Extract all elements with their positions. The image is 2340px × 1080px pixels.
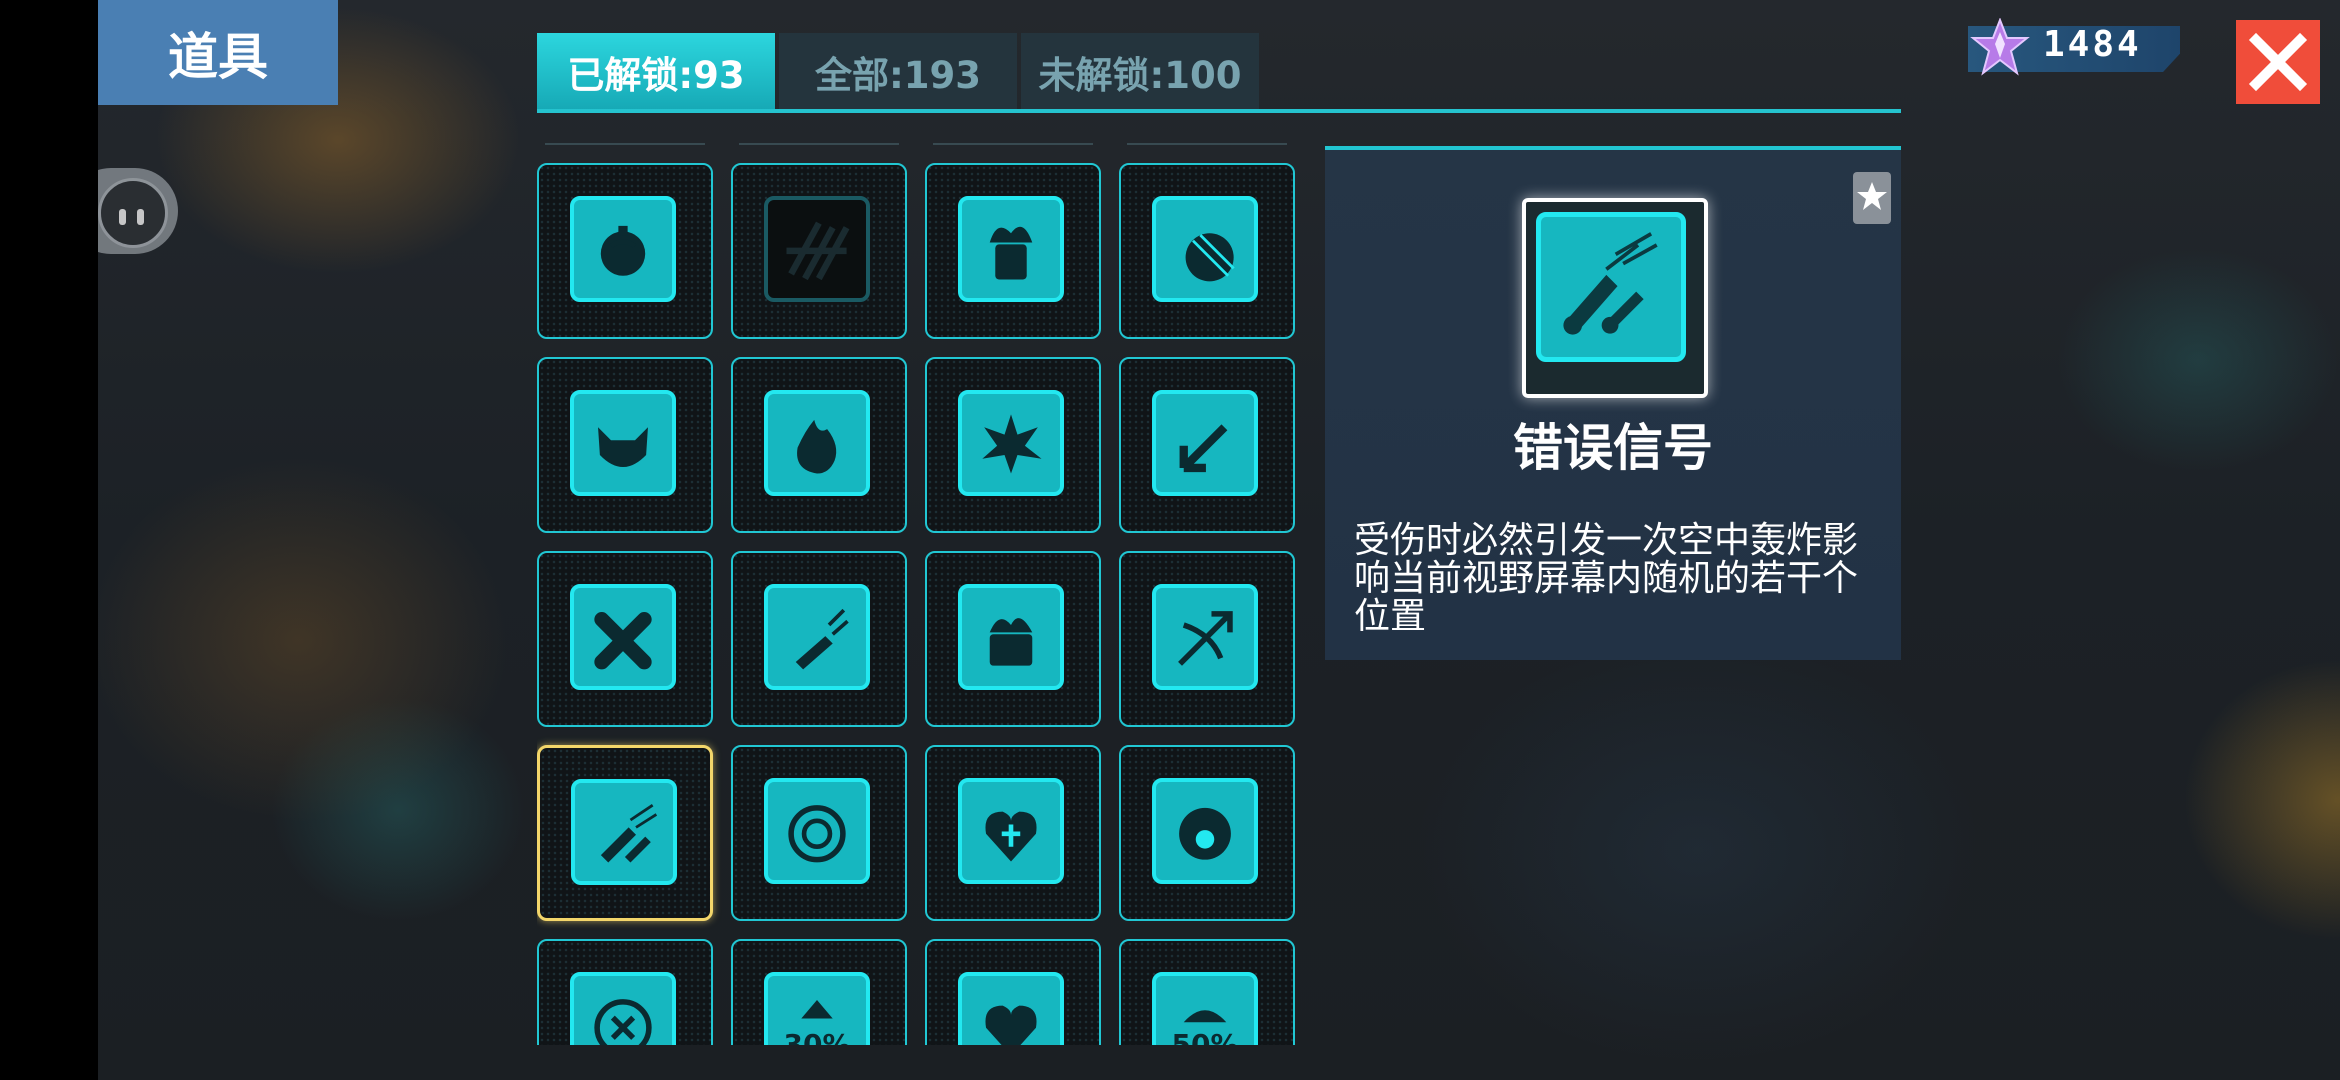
close-button[interactable] [2236, 20, 2320, 104]
item-description: 受伤时必然引发一次空中轰炸影响当前视野屏幕内随机的若干个位置 [1354, 520, 1859, 637]
item-percent-label: 50% [1171, 1028, 1239, 1045]
close-icon [2248, 32, 2308, 92]
item-grid-scroll[interactable]: 30% 50% [537, 140, 1307, 1045]
currency-value: 1484 [2043, 24, 2142, 65]
item-slot[interactable] [537, 357, 713, 533]
item-detail-panel: 错误信号 受伤时必然引发一次空中轰炸影响当前视野屏幕内随机的若干个位置 [1325, 146, 1901, 660]
broken-heart-icon [958, 972, 1064, 1045]
rank-star-badge [1853, 172, 1891, 224]
arrow-down-left-icon [1152, 390, 1258, 496]
missiles-icon [1536, 212, 1686, 362]
arrow-up-percent-icon: 30% [764, 972, 870, 1045]
item-slot[interactable] [925, 551, 1101, 727]
item-slot[interactable] [1119, 163, 1295, 339]
item-slot[interactable] [925, 357, 1101, 533]
horned-face-icon [570, 390, 676, 496]
item-slot[interactable] [537, 551, 713, 727]
item-slot[interactable] [731, 745, 907, 921]
item-slot[interactable] [731, 357, 907, 533]
item-percent-label: 30% [783, 1028, 851, 1045]
fireball-icon [764, 390, 870, 496]
item-slot[interactable] [1119, 551, 1295, 727]
explosion-icon [958, 390, 1064, 496]
dome-percent-icon: 50% [1152, 972, 1258, 1045]
striped-ball-icon [1152, 196, 1258, 302]
item-slot[interactable] [1119, 745, 1295, 921]
item-slot[interactable] [731, 163, 907, 339]
fire-backpack-icon [958, 196, 1064, 302]
game-screen: 道具 已解锁:93 全部:193 未解锁:100 1484 30% 50% 错误… [98, 0, 2340, 1080]
filter-tabs: 已解锁:93 全部:193 未解锁:100 [537, 33, 1259, 111]
rocket-flare-icon [764, 584, 870, 690]
broken-grid-icon [764, 196, 870, 302]
item-slot[interactable] [537, 163, 713, 339]
tab-unlocked[interactable]: 已解锁:93 [537, 33, 775, 111]
item-slot[interactable] [1119, 357, 1295, 533]
bone-cross-icon [570, 584, 676, 690]
tab-locked[interactable]: 未解锁:100 [1021, 33, 1259, 111]
item-slot[interactable] [537, 745, 713, 921]
item-name: 错误信号 [1513, 419, 1713, 477]
item-slot[interactable]: 30% [731, 939, 907, 1045]
item-slot[interactable] [925, 745, 1101, 921]
side-menu-handle[interactable] [98, 168, 178, 254]
item-slot[interactable] [731, 551, 907, 727]
tab-underline [537, 109, 1901, 113]
circle-x-icon [570, 972, 676, 1045]
item-slot[interactable]: 50% [1119, 939, 1295, 1045]
heart-cross-icon [958, 778, 1064, 884]
detail-icon-frame [1522, 198, 1708, 398]
potion-bomb-icon [570, 196, 676, 302]
item-grid: 30% 50% [537, 163, 1295, 1045]
missiles-icon [571, 779, 677, 885]
item-slot[interactable] [925, 939, 1101, 1045]
item-slot[interactable] [537, 939, 713, 1045]
crossbow-icon [1152, 584, 1258, 690]
purple-star-gem-icon [1970, 18, 2030, 76]
item-slot[interactable] [925, 163, 1101, 339]
shield-ring-icon [1152, 778, 1258, 884]
tab-all[interactable]: 全部:193 [779, 33, 1017, 111]
page-title: 道具 [98, 0, 338, 105]
robot-face-icon [98, 178, 168, 248]
burning-chest-icon [958, 584, 1064, 690]
target-clock-icon [764, 778, 870, 884]
